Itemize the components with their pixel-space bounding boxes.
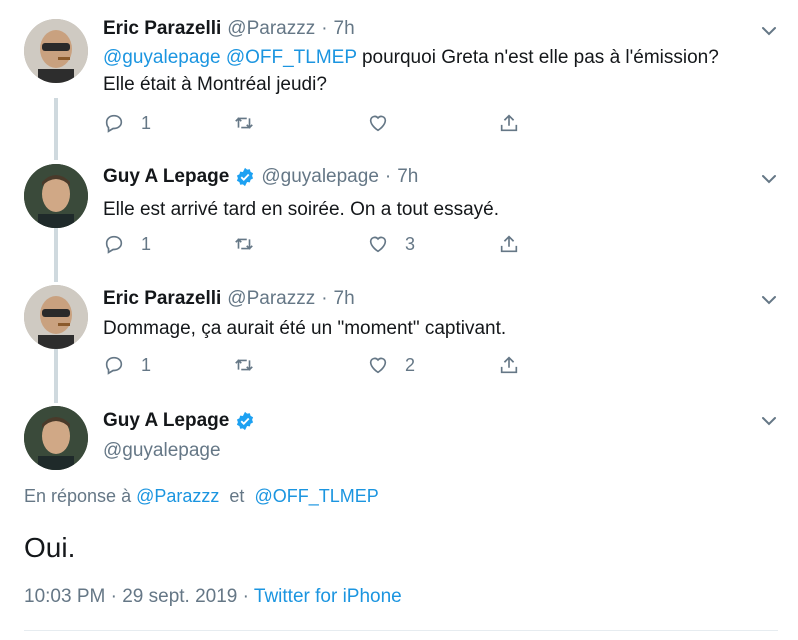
author-handle[interactable]: @guyalepage [261,166,379,188]
verified-badge-icon [237,167,254,187]
heart-icon [369,115,387,132]
tweet-time[interactable]: 7h [397,166,418,188]
avatar-eric-parazelli[interactable] [24,285,88,349]
tweet-header: Eric Parazelli @Parazzz · 7h [103,288,355,310]
reply-icon [105,356,123,375]
like-button[interactable]: 2 [367,354,415,376]
retweet-icon [235,117,253,129]
reply-mention-link[interactable]: @OFF_TLMEP [254,486,378,506]
share-icon [500,356,518,374]
tweet-actions: 1 [103,112,543,140]
separator-dot: · [321,288,328,309]
tweet-timestamp[interactable]: 10:03 PM · 29 sept. 2019 · [24,586,249,607]
tweet-header: Guy A Lepage @guyalepage · 7h [103,166,418,188]
reply-button[interactable]: 1 [103,112,151,134]
reply-count: 1 [141,112,152,133]
separator-dot: · [321,18,328,39]
reply-icon [105,235,123,254]
reply-icon [105,114,123,133]
chevron-down-icon[interactable] [760,291,778,309]
author-name[interactable]: Guy A Lepage [103,166,229,188]
reply-count: 1 [141,233,152,254]
share-button[interactable] [498,354,520,376]
like-button[interactable] [367,112,389,134]
tweet-text: @guyalepage @OFF_TLMEP pourquoi Greta n'… [103,44,743,98]
author-name[interactable]: Eric Parazelli [103,18,221,40]
share-button[interactable] [498,233,520,255]
author-handle[interactable]: @guyalepage [103,440,221,462]
tweet-actions: 1 3 [103,233,543,261]
share-button[interactable] [498,112,520,134]
tweet-text: Elle est arrivé tard en soirée. On a tou… [103,199,500,220]
reply-context: En réponse à @Parazzz et @OFF_TLMEP [24,486,379,507]
like-count: 3 [405,233,416,254]
share-icon [500,114,518,132]
tweet-header: Eric Parazelli @Parazzz · 7h [103,18,355,40]
tweet-source-link[interactable]: Twitter for iPhone [254,586,402,607]
mention-link[interactable]: @guyalepage [103,47,221,68]
heart-icon [369,357,387,374]
author-name-row: Guy A Lepage [103,410,255,432]
share-icon [500,235,518,253]
mention-link[interactable]: @OFF_TLMEP [226,47,357,68]
reply-count: 1 [141,354,152,375]
chevron-down-icon[interactable] [760,170,778,188]
author-name[interactable]: Guy A Lepage [103,410,229,432]
divider [24,630,778,631]
main-tweet-text: Oui. [24,532,76,563]
reply-mention-link[interactable]: @Parazzz [136,486,219,506]
reply-button[interactable]: 1 [103,233,151,255]
tweet-time[interactable]: 7h [334,18,355,40]
tweet-text: Dommage, ça aurait été un "moment" capti… [103,318,507,339]
thread-line [54,341,58,403]
tweet-actions: 1 2 [103,354,543,382]
author-name[interactable]: Eric Parazelli [103,288,221,310]
retweet-icon [235,359,253,371]
retweet-icon [235,238,253,250]
chevron-down-icon[interactable] [760,412,778,430]
avatar-eric-parazelli[interactable] [24,19,88,83]
retweet-button[interactable] [233,112,255,134]
retweet-button[interactable] [233,233,255,255]
avatar-guy-a-lepage[interactable] [24,164,88,228]
reply-and: et [229,486,245,506]
verified-badge-icon [237,411,254,431]
author-handle[interactable]: @Parazzz [227,288,315,310]
reply-prefix: En réponse à [24,486,132,506]
like-button[interactable]: 3 [367,233,415,255]
reply-button[interactable]: 1 [103,354,151,376]
thread-line [54,98,58,160]
heart-icon [369,236,387,253]
tweet-time[interactable]: 7h [334,288,355,310]
retweet-button[interactable] [233,354,255,376]
chevron-down-icon[interactable] [760,22,778,40]
thread-line [54,220,58,282]
author-handle[interactable]: @Parazzz [227,18,315,40]
avatar-guy-a-lepage[interactable] [24,406,88,470]
like-count: 2 [405,354,416,375]
tweet-meta: 10:03 PM · 29 sept. 2019 · Twitter for i… [24,586,402,608]
separator-dot: · [384,166,392,187]
